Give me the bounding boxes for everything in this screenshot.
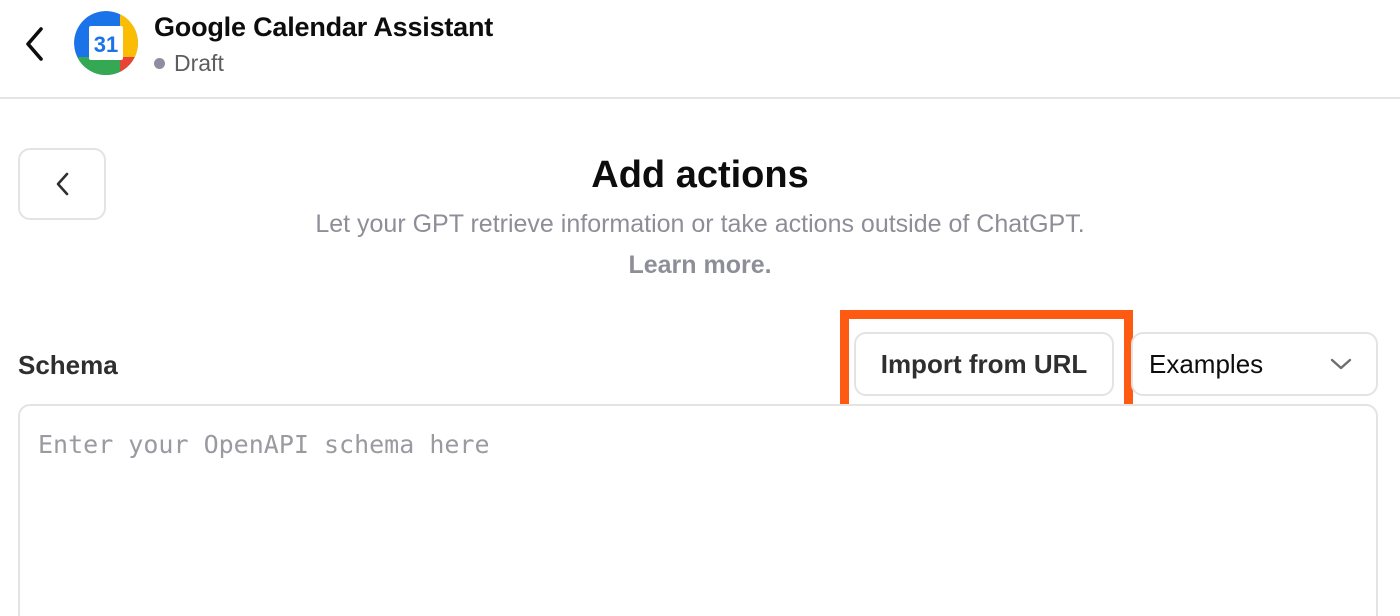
chevron-down-icon: [1330, 358, 1352, 370]
chevron-left-icon: [26, 27, 43, 61]
page-title: Add actions: [591, 154, 809, 196]
page-subtitle: Let your GPT retrieve information or tak…: [315, 210, 1085, 238]
schema-label: Schema: [18, 350, 118, 380]
calendar-day: 31: [94, 32, 118, 57]
top-bar: 31 Google Calendar Assistant Draft: [0, 0, 1400, 99]
status-badge: Draft: [154, 50, 224, 77]
import-from-url-button[interactable]: Import from URL: [854, 332, 1114, 396]
learn-more-link[interactable]: Learn more.: [0, 251, 1400, 280]
schema-input[interactable]: Enter your OpenAPI schema here: [18, 404, 1378, 616]
examples-dropdown[interactable]: Examples: [1131, 332, 1378, 396]
examples-selected-value: Examples: [1149, 348, 1264, 379]
google-calendar-icon: 31: [74, 11, 138, 75]
app-title: Google Calendar Assistant: [154, 12, 494, 42]
status-dot-icon: [154, 58, 165, 69]
back-button[interactable]: [14, 22, 54, 66]
status-label: Draft: [174, 50, 224, 76]
schema-placeholder: Enter your OpenAPI schema here: [38, 430, 490, 459]
